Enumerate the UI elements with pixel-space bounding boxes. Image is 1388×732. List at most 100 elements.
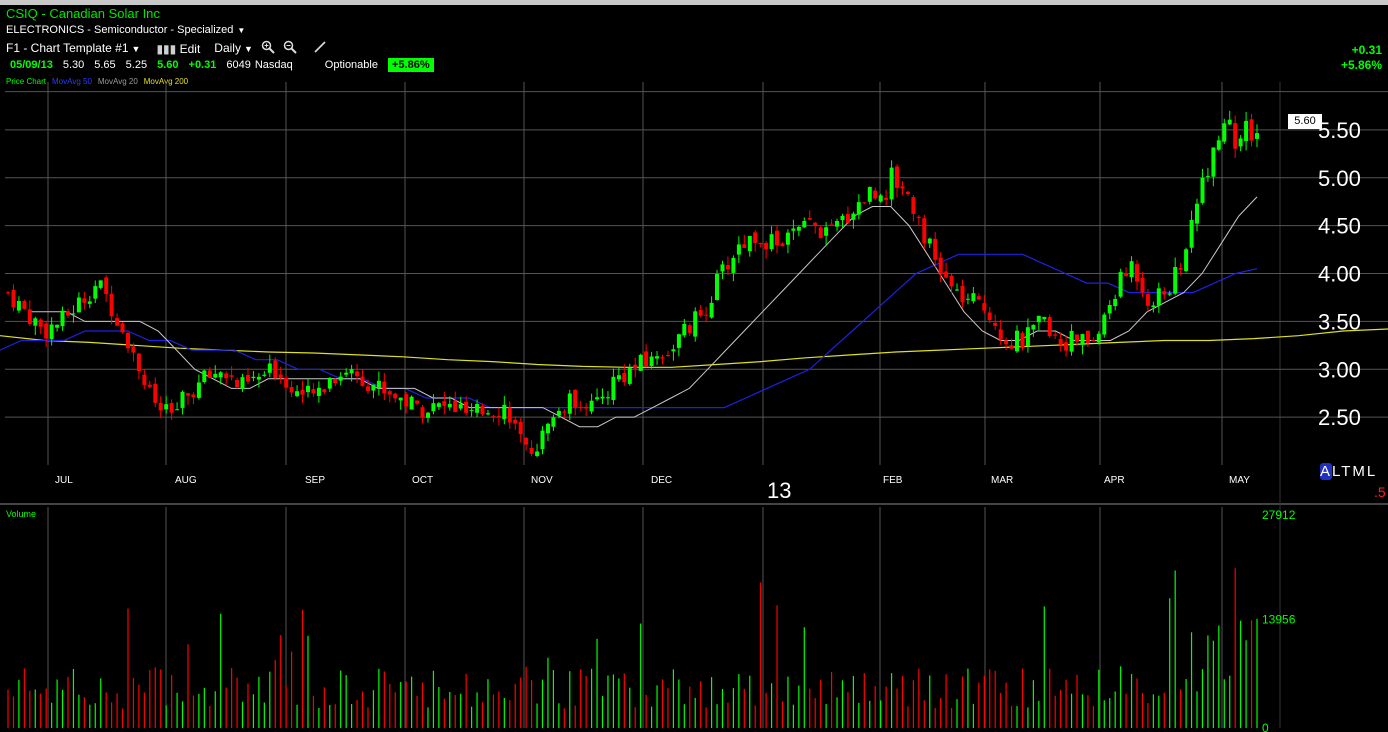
x-month-label: SEP [305,475,325,486]
candle-body [1020,333,1025,348]
candle-body [709,302,714,318]
candle-body [911,197,916,214]
candle-body [780,243,785,247]
y-tick-label: 2.50 [1318,405,1361,430]
candle-body [567,393,572,414]
price-step-label: .5 [1374,484,1386,500]
candle-body [1156,288,1161,306]
candle-body [262,374,267,376]
candle-body [895,166,899,188]
candle-body [93,286,98,299]
candle-body [1096,333,1101,343]
candle-body [905,191,910,195]
candle-body [796,227,801,231]
candle-body [1195,203,1199,224]
candle-body [229,375,234,377]
candle-body [1064,342,1069,351]
candle-body [33,318,38,326]
candle-body [867,187,872,202]
candle-body [104,277,109,295]
candle-body [682,324,687,336]
candle-body [720,264,725,272]
candle-body [955,289,959,291]
candle-body [655,356,659,359]
candle-body [289,387,294,393]
candle-body [344,372,349,375]
candle-body [666,355,670,356]
candle-body [486,413,490,415]
y-tick-label: 4.00 [1318,262,1361,287]
candle-body [660,357,665,359]
candle-body [213,373,218,378]
candle-body [366,386,370,391]
candle-body [1173,267,1178,294]
candle-body [764,243,769,250]
candle-body [267,363,272,373]
candle-body [873,190,878,199]
volume-pane: Volume 27912 13956 0 [6,508,1296,732]
x-year-label: 13 [767,478,791,503]
candle-body [453,400,458,413]
candle-body [535,451,540,456]
candle-body [589,400,594,412]
y-tick-label: 5.00 [1318,166,1361,191]
candle-body [1042,317,1047,320]
candle-body [687,325,692,333]
candle-body [753,232,758,243]
ma-line [0,253,1258,409]
candle-body [742,244,747,248]
candle-body [115,318,120,326]
candle-body [284,378,289,388]
candle-body [960,285,965,303]
candle-body [426,412,430,418]
candle-body [338,376,343,381]
candle-body [725,265,730,270]
candle-body [376,380,381,388]
candle-body [66,311,70,316]
candle-body [595,397,599,400]
candle-body [1124,273,1129,276]
candle-body [76,297,81,313]
candle-body [769,234,774,250]
candles [6,110,1259,458]
candle-body [1015,330,1019,352]
candle-body [27,309,32,325]
price-volume-chart[interactable]: 5.505.004.504.003.503.002.50 JUL AUG SEP OC… [0,0,1388,732]
candle-body [1053,334,1058,336]
candle-body [1058,339,1063,345]
candle-body [878,195,883,202]
candle-body [933,238,938,260]
candle-body [1129,261,1134,277]
candle-body [469,409,474,411]
candle-body [1233,123,1238,149]
candle-body [371,384,376,391]
candle-body [693,311,698,337]
candle-body [987,312,992,321]
candle-body [186,393,190,396]
candle-body [316,387,321,396]
candle-body [491,415,496,417]
candle-body [1238,138,1243,147]
candle-body [818,227,823,239]
candle-body [475,404,480,413]
candle-body [349,369,354,374]
candle-body [704,314,709,316]
candle-body [1205,175,1210,177]
candle-body [447,403,452,408]
candle-body [6,292,10,294]
candle-body [322,389,327,392]
candle-body [638,354,643,371]
candle-body [1091,340,1096,342]
candle-body [627,368,632,384]
candle-body [1118,272,1123,297]
candle-body [900,186,905,189]
altml-indicator[interactable]: ALTML [1320,463,1377,480]
candle-body [616,375,621,380]
x-month-label: MAY [1229,475,1250,486]
candle-body [791,228,796,231]
candle-body [1025,327,1030,347]
candle-body [993,322,998,326]
candle-body [927,238,932,244]
candle-body [180,391,185,408]
candle-body [126,332,130,349]
